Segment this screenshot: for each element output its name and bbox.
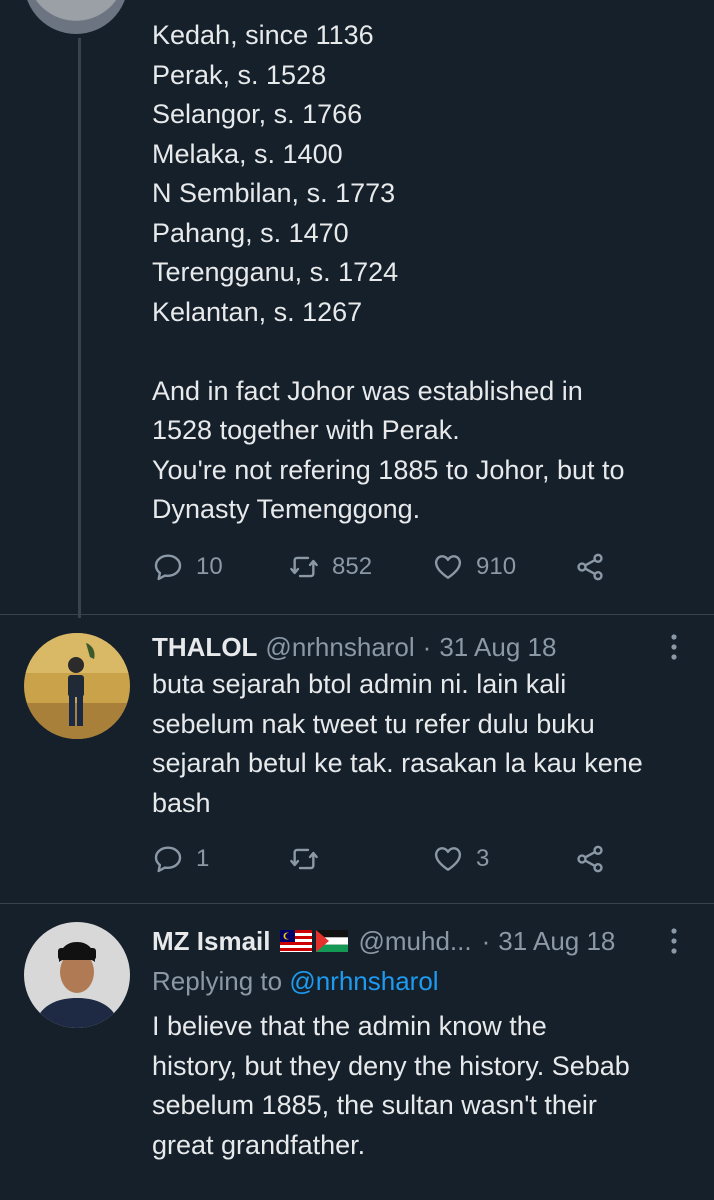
heart-icon [434,555,462,579]
tweet-line: Melaka, s. 1400 [152,138,343,169]
tweet-line: 1528 together with Perak. [152,415,460,445]
separator-dot: · [422,631,432,662]
tweet-line: sebelum 1885, the sultan wasn't their [152,1090,597,1120]
tweet-line: You're not refering 1885 to Johor, but t… [152,454,625,485]
tweet-actions: 10 852 910 [152,551,606,583]
avatar[interactable] [24,922,130,1028]
share-icon [577,553,603,581]
tweet-header: MZ Ismail @muhd... · 31 Aug 18 [152,922,615,960]
tweet-line: N Sembilan, s. 1773 [152,178,396,208]
more-vertical-icon [671,634,677,660]
like-count: 3 [476,845,490,872]
tweet-line: Perak, s. 1528 [152,59,327,90]
tweet-text: Kedah, since 1136 Perak, s. 1528 Selango… [152,16,625,530]
tweet-actions: 1 3 [152,843,606,875]
tweet-line: And in fact Johor was established in [152,375,583,406]
heart-icon [434,847,462,871]
like-button[interactable]: 910 [432,551,574,583]
tweet-line: Terengganu, s. 1724 [152,257,399,287]
tweet-line: Kedah, since 1136 [152,20,374,50]
more-button[interactable] [668,632,680,667]
tweet-line: buta sejarah btol admin ni. lain kali [152,669,567,699]
reply-count: 1 [196,845,210,872]
tweet-line [152,332,625,372]
avatar[interactable] [24,633,130,739]
user-handle[interactable]: @muhd... [358,926,471,957]
tweet-date[interactable]: 31 Aug 18 [439,632,556,663]
user-handle[interactable]: @nrhnsharol [265,632,414,663]
reply-icon [154,554,182,581]
tweet-line: Kelantan, s. 1267 [152,296,363,327]
like-button[interactable]: 3 [432,843,574,875]
tweet-line: Dynasty Temenggong. [152,494,421,524]
tweet-line: bash [152,787,211,818]
share-icon [577,845,603,873]
malaysia-flag-icon [280,930,313,952]
avatar-image [24,633,130,739]
tweet-line: history, but they deny the history. Seba… [152,1050,630,1081]
avatar-image [24,922,130,1028]
share-button[interactable] [574,843,606,875]
display-name[interactable]: THALOL [152,632,257,663]
replying-to-label: Replying to [152,966,283,996]
display-name[interactable]: MZ Ismail [152,926,270,957]
more-button[interactable] [668,926,680,961]
tweet-line: Selangor, s. 1766 [152,99,363,129]
thread-line [78,38,81,618]
tweet-header: THALOL @nrhnsharol · 31 Aug 18 [152,630,556,664]
retweet-button[interactable] [288,843,432,875]
reply-button[interactable]: 10 [152,551,288,583]
tweet-text: buta sejarah btol admin ni. lain kali se… [152,665,643,823]
tweet-line: Pahang, s. 1470 [152,217,349,248]
divider [0,903,714,904]
avatar[interactable] [24,0,128,34]
divider [0,614,714,615]
separator-dot: · [481,925,491,956]
reply-button[interactable]: 1 [152,843,288,875]
tweet-text: I believe that the admin know the histor… [152,1007,630,1165]
tweet-date[interactable]: 31 Aug 18 [498,926,615,957]
tweet-line: sejarah betul ke tak. rasakan la kau ken… [152,748,643,778]
retweet-button[interactable]: 852 [288,551,432,583]
retweet-count: 852 [332,553,373,580]
share-button[interactable] [574,551,606,583]
palestine-flag-icon [316,930,349,952]
tweet-line: great grandfather. [152,1129,366,1160]
reply-icon [154,846,182,873]
tweet-line: sebelum nak tweet tu refer dulu buku [152,708,595,739]
mention-link[interactable]: @nrhnsharol [289,966,438,996]
reply-count: 10 [196,553,223,580]
more-vertical-icon [671,928,677,954]
retweet-icon [290,556,318,578]
replying-to: Replying to @nrhnsharol [152,966,439,997]
tweet-line: I believe that the admin know the [152,1011,547,1041]
retweet-icon [290,848,318,870]
like-count: 910 [476,553,517,580]
